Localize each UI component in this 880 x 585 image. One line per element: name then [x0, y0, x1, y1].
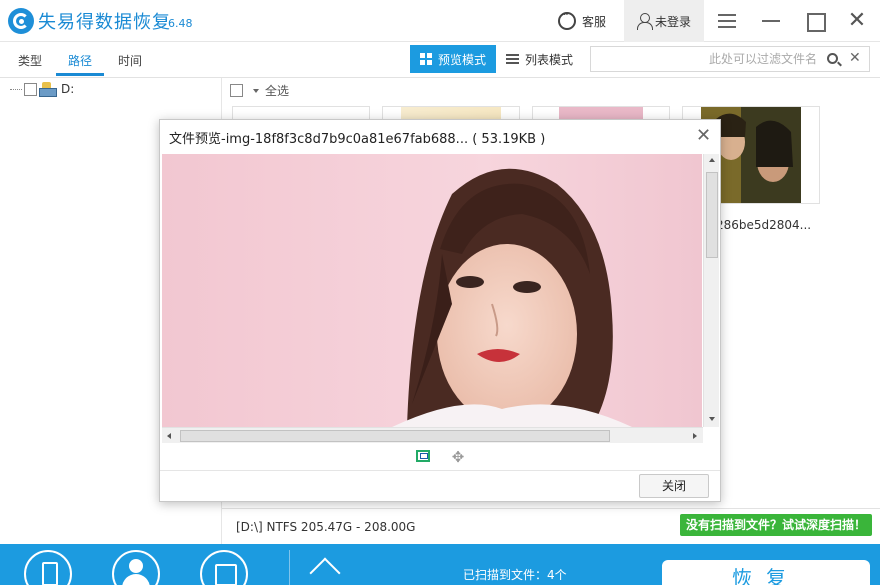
drive-label: D: [61, 82, 75, 96]
preview-image [162, 154, 702, 427]
close-icon[interactable]: ✕ [846, 10, 868, 32]
filter-input[interactable] [597, 50, 817, 68]
app-version: 6.48 [168, 17, 193, 30]
status-bar: [D:\] NTFS 205.47G - 208.00G 没有扫描到文件？试试深… [222, 508, 880, 544]
share-icon[interactable] [200, 550, 248, 585]
disk-info: [D:\] NTFS 205.47G - 208.00G [236, 520, 416, 534]
customer-service-button[interactable]: 客服 [558, 10, 607, 31]
drive-icon [39, 82, 57, 97]
toolbar: 类型 路径 时间 预览模式 列表模式 ✕ [0, 42, 880, 78]
tab-type[interactable]: 类型 [18, 52, 42, 75]
list-view-icon [506, 53, 519, 65]
dialog-title: 文件预览-img-18f8f3c8d7b9c0a81e67fab688... (… [169, 132, 546, 147]
active-tab-indicator [56, 73, 104, 76]
tree-item-drive-d[interactable]: D: [10, 82, 75, 97]
scroll-right-arrow-icon[interactable] [693, 433, 697, 439]
dialog-divider [160, 470, 720, 471]
scroll-down-arrow-icon[interactable] [709, 417, 715, 421]
grid-view-icon [420, 53, 432, 65]
tab-time[interactable]: 时间 [118, 52, 142, 75]
user-icon [636, 13, 653, 30]
login-button[interactable]: 未登录 [624, 0, 704, 42]
app-logo-icon [8, 8, 34, 34]
title-bar: 失易得数据恢复 6.48 客服 未登录 ✕ [0, 0, 880, 42]
horizontal-scroll-thumb[interactable] [180, 430, 610, 442]
app-title: 失易得数据恢复 [38, 12, 171, 33]
select-all-checkbox[interactable] [230, 84, 243, 97]
person-icon[interactable] [112, 550, 160, 585]
vertical-scrollbar[interactable] [703, 154, 719, 427]
fit-to-window-icon[interactable] [416, 450, 430, 462]
phone-icon[interactable] [24, 550, 72, 585]
drive-checkbox[interactable] [24, 82, 37, 96]
file-preview-dialog: 文件预览-img-18f8f3c8d7b9c0a81e67fab688... (… [159, 119, 721, 502]
vertical-scroll-thumb[interactable] [706, 172, 718, 258]
scan-count: 已扫描到文件：4个 [463, 568, 567, 582]
scroll-left-arrow-icon[interactable] [167, 433, 171, 439]
tree-connector [10, 88, 22, 90]
minimize-icon[interactable] [760, 10, 782, 32]
actual-size-icon[interactable]: ✥ [450, 449, 466, 465]
maximize-icon[interactable] [804, 10, 826, 32]
bottom-bar: 已扫描到文件：4个 恢复 [0, 544, 880, 585]
clear-icon[interactable]: ✕ [849, 50, 861, 66]
select-all-label: 全选 [265, 84, 290, 98]
home-icon[interactable] [310, 562, 340, 584]
scroll-up-arrow-icon[interactable] [709, 158, 715, 162]
chat-bubble-icon [558, 10, 576, 30]
list-mode-button[interactable]: 列表模式 [496, 45, 583, 73]
login-label: 未登录 [654, 14, 691, 29]
dropdown-arrow-icon[interactable] [253, 88, 259, 93]
menu-icon[interactable] [716, 10, 738, 32]
search-icon[interactable] [827, 53, 838, 64]
dialog-close-button[interactable]: 关闭 [639, 474, 709, 498]
select-all[interactable]: 全选 [230, 82, 289, 99]
list-mode-label: 列表模式 [525, 52, 574, 67]
preview-mode-button[interactable]: 预览模式 [410, 45, 497, 73]
recover-button[interactable]: 恢复 [662, 560, 870, 585]
horizontal-scrollbar[interactable] [162, 427, 703, 443]
preview-mode-label: 预览模式 [438, 52, 487, 67]
filter-field: ✕ [590, 46, 870, 72]
dialog-close-icon[interactable]: ✕ [696, 125, 711, 146]
customer-service-label: 客服 [582, 14, 607, 29]
divider [289, 550, 290, 585]
deep-scan-button[interactable]: 没有扫描到文件？试试深度扫描！ [680, 514, 873, 536]
tab-path[interactable]: 路径 [68, 52, 92, 75]
